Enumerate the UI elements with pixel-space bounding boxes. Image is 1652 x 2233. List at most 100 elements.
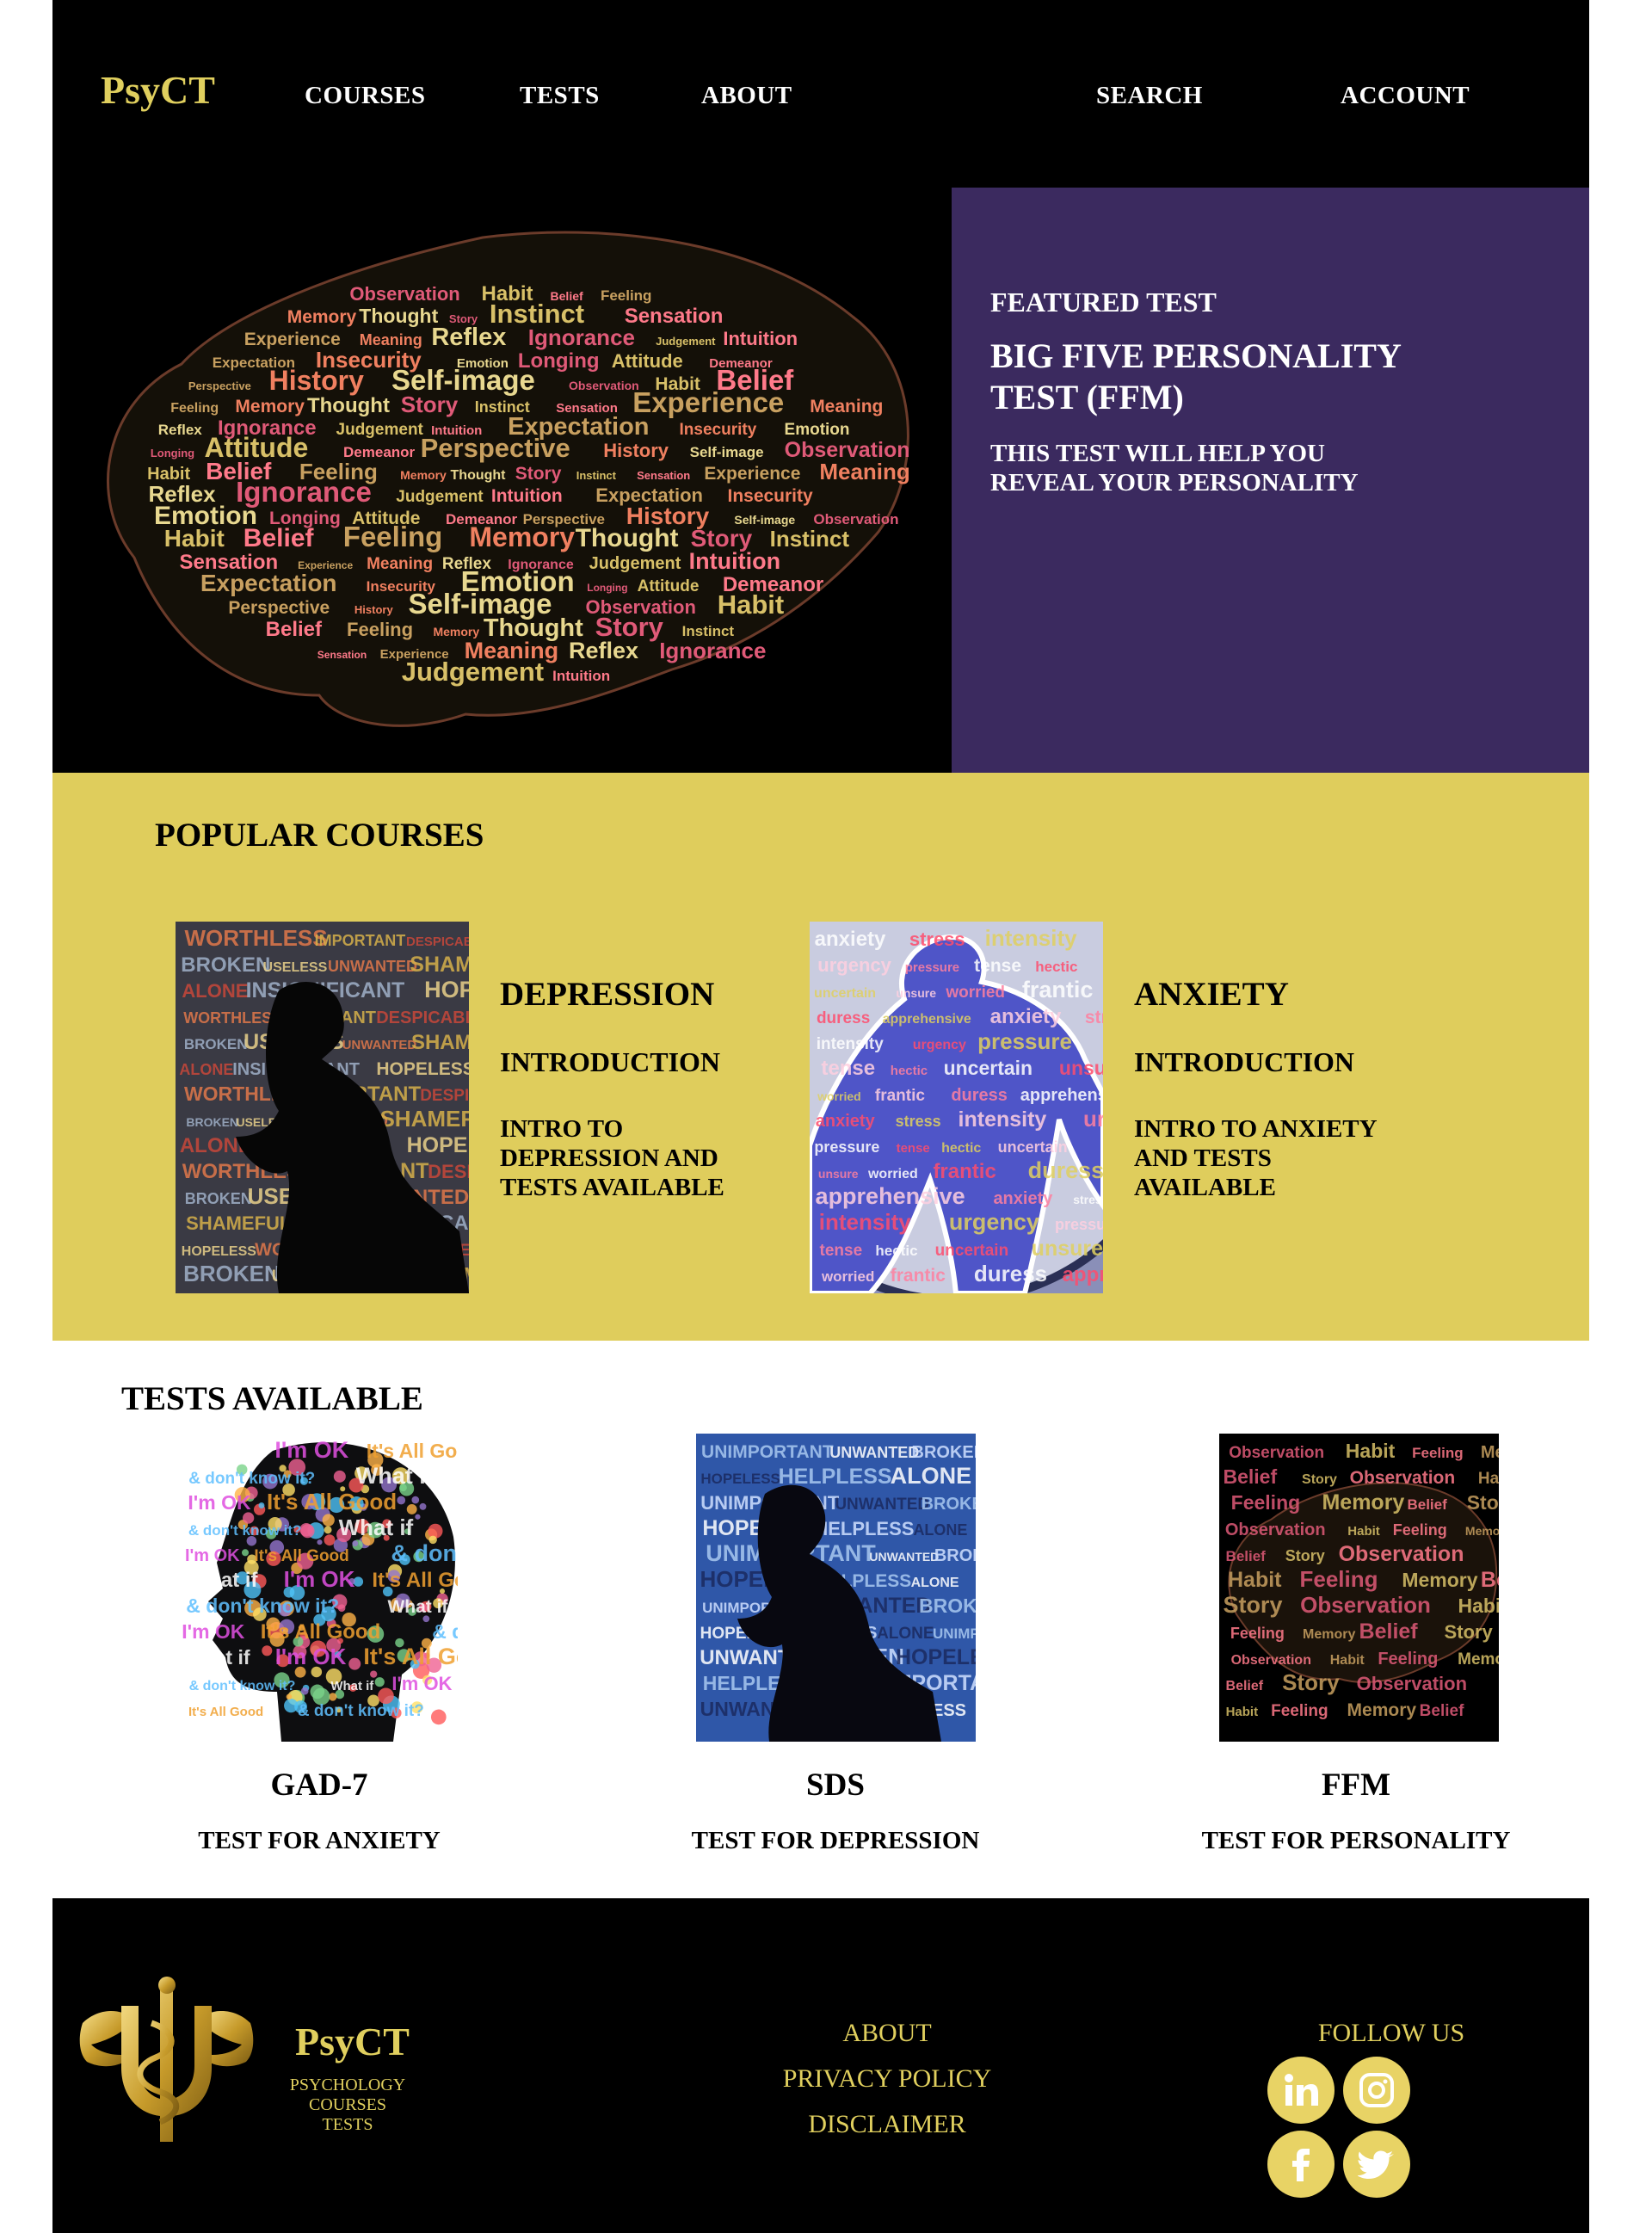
brain-word: Judgement [396,488,484,506]
featured-test-panel[interactable]: FEATURED TEST BIG FIVE PERSONALITY TEST … [952,188,1589,773]
brain-word: Reflex [158,422,203,438]
image-word: BROKEN [922,1495,976,1514]
image-word: pressure [905,960,959,975]
image-word: BROKEN [184,1036,248,1052]
image-word: Memory [1322,1490,1404,1514]
image-word: What if [339,1514,414,1540]
image-word: I'm OK [188,1491,251,1514]
head-dot [352,1540,359,1547]
head-dot [258,1502,265,1508]
image-word: HOPELESS [376,1059,469,1079]
brain-word: Judgement [336,421,424,439]
image-word: What if [387,1597,448,1617]
head-dot [370,1670,378,1678]
footer-link-about[interactable]: ABOUT [698,2019,1076,2048]
anxiety-course-image[interactable]: anxiety stress intensity urgency pressure ten… [810,922,1103,1293]
image-word: worried [817,1089,861,1103]
image-word: stress [909,928,965,950]
image-word: hectic [1035,959,1077,975]
brain-word: Memory [287,307,357,327]
nav-courses[interactable]: COURSES [305,82,426,110]
brain-word: Story [515,464,562,484]
gad7-test-image[interactable]: What if I'm OK It's All Good & don't know i… [178,1434,458,1742]
brain-word: Judgement [656,335,716,348]
brain-word: Instinct [576,469,617,482]
image-word: tense [820,1242,863,1260]
image-word: ALONE [911,1576,959,1590]
image-word: Observation [1300,1592,1431,1618]
site-logo[interactable]: PsyCT [101,67,215,113]
brain-word: Sensation [317,649,367,661]
image-word: Belief [1420,1702,1464,1720]
brain-word: Attitude [612,350,683,372]
test-ffm-name[interactable]: FFM [1193,1767,1519,1804]
image-word: unsure [1032,1237,1103,1261]
image-word: Observation [1229,1444,1324,1462]
brain-word: Experience [632,386,784,418]
image-word: Memory [1481,1443,1499,1462]
nav-about[interactable]: ABOUT [701,82,792,110]
image-word: & don't know it? [298,1702,424,1720]
image-word: uncertain [998,1138,1068,1156]
image-word: Habit [1458,1595,1499,1617]
head-dot [430,1709,447,1725]
head-dot [397,1496,406,1505]
image-word: anxiety [993,1189,1053,1208]
image-word: Story [1302,1472,1337,1487]
twitter-icon[interactable] [1343,2131,1410,2198]
image-word: intensity [959,1107,1047,1132]
image-word: It's All Good [367,1440,458,1462]
linkedin-icon[interactable] [1267,2057,1335,2124]
head-dot [419,1502,427,1510]
image-word: unsure [1059,1057,1103,1079]
image-word: WORTHLESS [184,925,327,951]
image-word: UNWANTED [342,1038,417,1052]
image-word: WORTHLESS [183,1009,282,1027]
depression-course-image[interactable]: WORTHLESSIMPORTANTDESPICABLEBROKENUSELES… [176,922,469,1293]
image-word: BROKEN [919,1595,976,1617]
image-word: It's All Good [261,1620,380,1644]
head-dot [411,1496,420,1504]
image-word: DESPICABLE [428,1161,469,1182]
nav-search[interactable]: SEARCH [1096,82,1203,110]
footer-tagline-line: COURSES [308,2095,387,2114]
course-depression-subtitle: INTRODUCTION [500,1046,721,1077]
test-gad7-name[interactable]: GAD-7 [156,1767,483,1804]
course-anxiety-desc: INTRO TO ANXIETY AND TESTS AVAILABLE [1134,1115,1377,1201]
head-dot [428,1523,443,1539]
image-word: duress [974,1261,1047,1286]
image-word: HOPELESS [407,1133,469,1157]
image-word: pressure [814,1138,879,1156]
brain-word: Story [401,392,459,417]
course-anxiety-title[interactable]: ANXIETY [1134,975,1289,1014]
brain-word: Memory [235,397,305,416]
footer-link-privacy-policy[interactable]: PRIVACY POLICY [698,2064,1076,2094]
nav-tests[interactable]: TESTS [520,82,600,110]
image-word: uncertain [814,986,876,1001]
footer-link-disclaimer[interactable]: DISCLAIMER [698,2110,1076,2139]
image-word: Memory [1465,1524,1499,1538]
brain-word: Feeling [601,287,652,304]
brain-word: Emotion [785,421,850,439]
image-word: DESPICABLE [420,1087,469,1105]
ffm-test-image[interactable]: ObservationHabitFeelingMemoryBeliefStory… [1219,1434,1499,1742]
image-word: intensity [985,925,1077,951]
image-word: It's All Good [254,1547,348,1565]
brain-word: History [603,440,669,461]
test-gad7-desc: TEST FOR ANXIETY [198,1827,441,1854]
featured-title[interactable]: BIG FIVE PERSONALITY TEST (FFM) [990,336,1472,418]
psi-caduceus-logo-icon [79,1977,254,2142]
brain-word: Memory [469,521,575,552]
image-word: anxiety [990,1005,1062,1028]
facebook-icon[interactable] [1267,2131,1335,2198]
course-depression-title[interactable]: DEPRESSION [500,975,714,1014]
tests-available-heading: TESTS AVAILABLE [121,1380,423,1417]
image-word: Habit [1330,1653,1365,1668]
image-word: It's All Good [267,1489,397,1514]
test-sds-name[interactable]: SDS [672,1767,999,1804]
image-word: unsure [818,1167,859,1181]
footer-logo[interactable]: PsyCT [295,2019,410,2064]
nav-account[interactable]: ACCOUNT [1341,82,1470,110]
sds-test-image[interactable]: UNIMPORTANTUNWANTEDBROKENHOPELESSHELPLES… [696,1434,976,1742]
instagram-icon[interactable] [1343,2057,1410,2124]
